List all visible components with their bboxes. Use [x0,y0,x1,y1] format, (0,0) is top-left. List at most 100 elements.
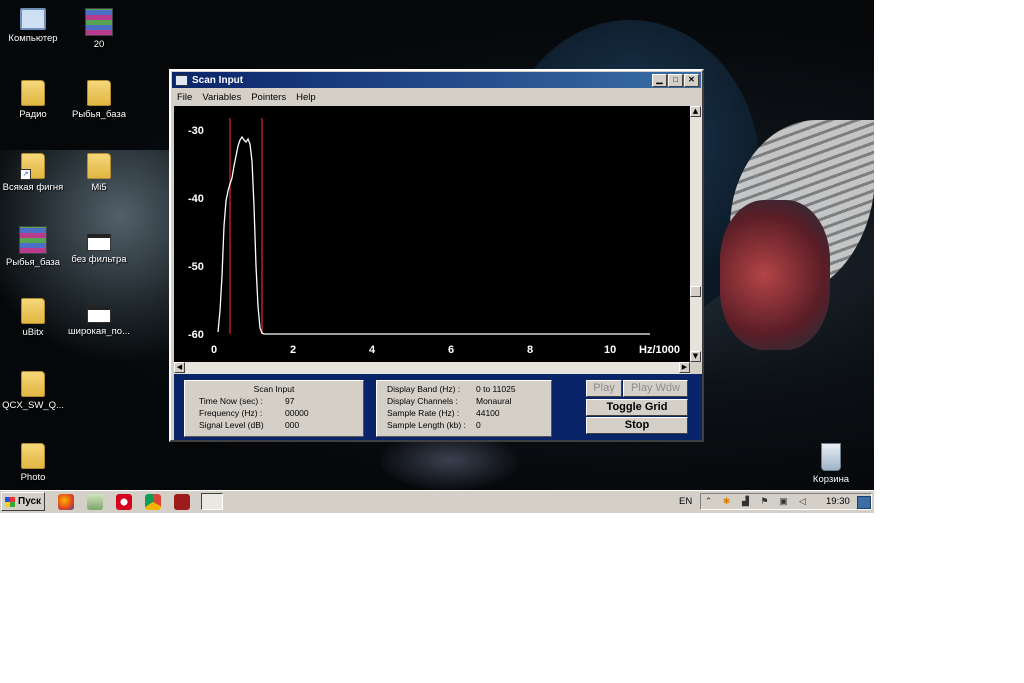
status-label: Frequency (Hz) : [199,408,263,418]
desktop-icon-label: без фильтра [71,254,127,265]
spectrum-trace [217,135,650,335]
vertical-scroll-thumb[interactable] [690,286,701,297]
network-signal-icon[interactable]: ▟ [740,496,751,507]
program-icon [87,306,111,323]
desktop-icon-radio[interactable]: Радио [0,80,70,120]
spectrum-plot[interactable]: -30 -40 -50 -60 0 2 4 6 8 10 Hz/1000 [174,106,690,362]
settings-value: 0 to 11025 [476,384,516,394]
desktop-icon-label: Рыбья_база [5,257,61,268]
spectrum-svg: -30 -40 -50 -60 0 2 4 6 8 10 Hz/1000 [188,118,680,356]
system-tray: ⌃ ✱ ▟ ⚑ ▣ ◁ 19:30 [700,493,872,510]
folder-icon [21,371,45,397]
desktop-icon-shirokaya[interactable]: широкая_по... [62,298,136,337]
desktop-icon-ryba-archive[interactable]: Рыбья_база [0,226,70,268]
x-axis-unit: Hz/1000 [639,344,680,356]
desktop-icon-20[interactable]: 20 [62,8,136,50]
status-label: Time Now (sec) : [199,396,263,406]
start-button[interactable]: Пуск [1,492,45,511]
scroll-down-button[interactable]: ▼ [690,351,701,362]
desktop-icon-computer[interactable]: Компьютер [0,8,70,44]
desktop-icon-ubitx[interactable]: uBitx [0,298,70,338]
settings-label: Display Band (Hz) : [387,384,461,394]
x-tick-label: 6 [448,344,454,356]
desktop-icon-label: Радио [19,109,47,120]
menu-bar: File Variables Pointers Help [171,89,702,106]
desktop-icon-label: uBitx [22,327,44,338]
wallpaper-figure [720,200,830,350]
status-label: Signal Level (dB) [199,420,264,430]
opera-icon[interactable] [116,494,132,510]
language-indicator[interactable]: EN [679,496,692,507]
play-window-button[interactable]: Play Wdw [623,380,688,397]
window-titlebar[interactable]: Scan Input ▁ □ ✕ [172,72,701,88]
menu-file[interactable]: File [177,92,192,103]
firefox-icon[interactable] [58,494,74,510]
scroll-up-button[interactable]: ▲ [690,106,701,117]
y-tick-label: -40 [188,193,204,205]
window-controls: ▁ □ ✕ [651,73,699,87]
folder-icon [21,298,45,324]
taskbar: Пуск EN ⌃ ✱ ▟ ⚑ ▣ ◁ 19:30 [0,490,874,513]
folder-icon [87,153,111,179]
x-tick-label: 10 [604,344,616,356]
settings-value: 44100 [476,408,500,418]
start-label: Пуск [18,496,42,507]
status-box: Scan Input Time Now (sec) : 97 Frequency… [184,380,364,437]
x-tick-label: 2 [290,344,296,356]
clock[interactable]: 19:30 [826,496,850,507]
x-tick-label: 8 [527,344,533,356]
desktop-icon-ryba-folder[interactable]: Рыбья_база [62,80,136,120]
play-button[interactable]: Play [586,380,622,397]
scan-input-window[interactable]: Scan Input ▁ □ ✕ File Variables Pointers… [169,69,704,442]
app-icon [175,74,188,86]
show-desktop-icon[interactable] [857,496,871,509]
desktop-icon-photo[interactable]: Photo [0,443,70,483]
volume-icon[interactable]: ◁ [797,496,808,507]
program-icon [87,234,111,251]
menu-variables[interactable]: Variables [202,92,241,103]
maximize-button[interactable]: □ [668,73,683,87]
close-button[interactable]: ✕ [684,73,699,87]
desktop-icon-qcx[interactable]: QCX_SW_Q... [0,371,70,411]
windows-logo-icon [5,496,15,507]
stop-button[interactable]: Stop [586,417,688,434]
desktop-icon-mi5[interactable]: Mi5 [62,153,136,193]
x-tick-label: 0 [211,344,217,356]
desktop-icon-label: Mi5 [91,182,107,193]
x-tick-label: 4 [369,344,376,356]
settings-label: Sample Rate (Hz) : [387,408,460,418]
show-hidden-icons-icon[interactable]: ⌃ [703,496,714,507]
winrar-archive-icon [85,8,113,36]
pdf-reader-icon[interactable] [174,494,190,510]
settings-label: Sample Length (kb) : [387,420,466,430]
status-value: 000 [285,420,300,430]
horizontal-scrollbar[interactable]: ◀ ▶ [174,362,690,374]
action-center-flag-icon[interactable]: ⚑ [759,496,770,507]
toggle-grid-button[interactable]: Toggle Grid [586,399,688,416]
desktop-icon-vsyakaya[interactable]: ↗ Всякая фигня [0,153,70,193]
recycle-bin-icon [821,443,841,471]
folder-shortcut-icon: ↗ [20,153,45,180]
taskbar-scan-input-button[interactable] [201,493,223,510]
control-panel: Scan Input Time Now (sec) : 97 Frequency… [174,374,702,440]
shortcut-arrow-icon: ↗ [20,169,31,180]
vertical-scrollbar[interactable]: ▲ ▼ [690,106,702,362]
menu-help[interactable]: Help [296,92,316,103]
desktop-icon-bez-filtra[interactable]: без фильтра [62,226,136,265]
settings-value: Monaural [476,396,512,406]
chrome-icon[interactable] [145,494,161,510]
minimize-button[interactable]: ▁ [652,73,667,87]
scroll-left-button[interactable]: ◀ [174,362,185,373]
window-title: Scan Input [192,74,244,86]
desktop: Компьютер 20 Радио Рыбья_база ↗ Всякая ф… [0,0,874,490]
file-manager-icon[interactable] [87,494,103,510]
status-value: 00000 [285,408,309,418]
device-icon[interactable]: ▣ [778,496,789,507]
desktop-icon-recycle-bin[interactable]: Корзина [794,443,868,485]
scroll-right-button[interactable]: ▶ [679,362,690,373]
settings-box: Display Band (Hz) : 0 to 11025 Display C… [376,380,552,437]
app-tray-icon[interactable]: ✱ [721,496,732,507]
desktop-icon-label: 20 [93,39,105,50]
menu-pointers[interactable]: Pointers [251,92,286,103]
desktop-icon-label: Компьютер [8,33,58,44]
